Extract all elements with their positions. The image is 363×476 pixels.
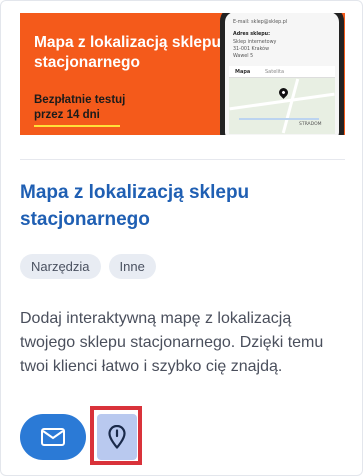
- divider: [20, 159, 345, 160]
- map-pin-icon: [277, 86, 290, 99]
- contact-button[interactable]: [20, 414, 86, 460]
- phone-tab-satellite: Satelita: [265, 69, 285, 75]
- promo-banner: Mapa z lokalizacją sklepu stacjonarnego …: [20, 13, 345, 135]
- app-description: Dodaj interaktywną mapę z lokalizacją tw…: [20, 310, 324, 375]
- app-card: Mapa z lokalizacją sklepu stacjonarnego …: [0, 0, 363, 476]
- map-pin-icon: [108, 425, 126, 449]
- banner-cta-underline: [34, 125, 120, 127]
- phone-map: STRADOM: [229, 78, 335, 134]
- phone-email-line: E-mail: sklep@sklep.pl: [233, 20, 288, 25]
- app-title[interactable]: Mapa z lokalizacją sklepu stacjonarnego: [20, 179, 340, 233]
- tag-tools[interactable]: Narzędzia: [20, 254, 101, 279]
- tag-list: Narzędzia Inne: [20, 254, 156, 279]
- banner-cta: Bezpłatnie testuj przez 14 dni: [34, 94, 126, 121]
- phone-address-line: Sklep internetowy: [233, 40, 277, 45]
- phone-map-tabs: Mapa Satelita: [229, 66, 335, 78]
- phone-address-line: Wawel 5: [233, 54, 254, 59]
- envelope-icon: [41, 428, 65, 446]
- phone-tab-map: Mapa: [235, 69, 251, 75]
- phone-mockup: E-mail: sklep@sklep.pl Adres sklepu: Skl…: [220, 13, 344, 135]
- map-river: [239, 118, 319, 120]
- phone-address-label: Adres sklepu:: [233, 32, 271, 37]
- tag-other[interactable]: Inne: [108, 254, 156, 279]
- phone-screen: E-mail: sklep@sklep.pl Adres sklepu: Skl…: [225, 13, 339, 135]
- store-location-button[interactable]: [97, 414, 137, 460]
- banner-title: Mapa z lokalizacją sklepu stacjonarnego: [34, 34, 221, 71]
- phone-address-line: 31-001 Kraków: [233, 47, 270, 52]
- map-label: STRADOM: [299, 122, 322, 127]
